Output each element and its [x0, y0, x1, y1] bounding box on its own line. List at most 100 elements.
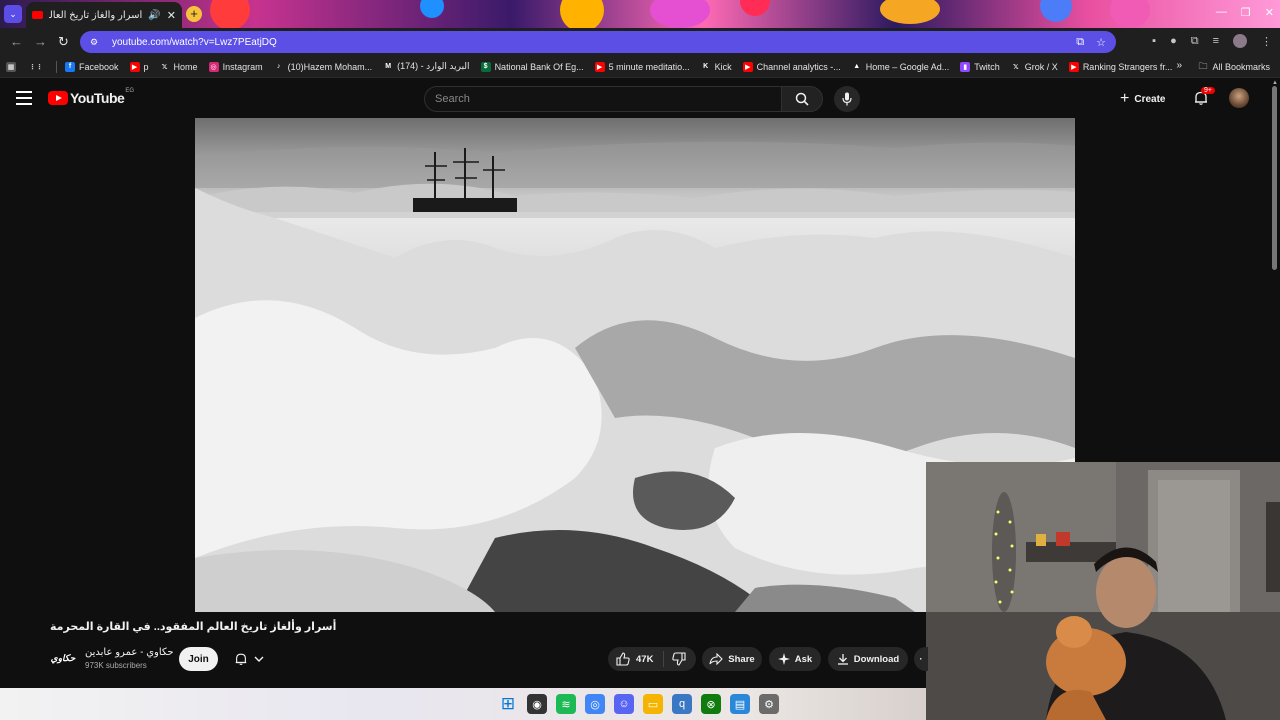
sparkle-icon	[777, 653, 790, 665]
file-explorer-icon[interactable]: ▭	[643, 694, 663, 714]
more-actions-button[interactable]: ·	[914, 647, 928, 671]
bookmark-star-icon[interactable]: ☆	[1096, 36, 1106, 49]
search-button[interactable]	[781, 86, 823, 112]
youtube-icon: ▶	[1068, 61, 1079, 72]
xbox-icon[interactable]: ⊗	[701, 694, 721, 714]
site-info-icon[interactable]: ⚙	[90, 37, 104, 48]
profile-avatar-icon[interactable]	[1233, 34, 1247, 48]
like-button[interactable]: 47K	[608, 651, 665, 667]
search-icon	[795, 92, 809, 106]
bookmark-item[interactable]: ▶ Ranking Strangers fr...	[1068, 61, 1172, 72]
window-controls: — ❐ ✕	[1216, 6, 1274, 19]
microphone-icon	[842, 92, 852, 106]
minimize-button[interactable]: —	[1216, 6, 1227, 19]
twitch-icon: ▮	[960, 61, 971, 72]
bookmark-label: 5 minute meditatio...	[608, 61, 690, 72]
url-text[interactable]: youtube.com/watch?v=Lwz7PEatjDQ	[112, 37, 1076, 48]
menu-hamburger-icon[interactable]	[16, 91, 32, 105]
bookmark-item[interactable]: M البريد الوارد - (174)	[383, 61, 470, 72]
dislike-button[interactable]	[664, 652, 694, 666]
extensions-puzzle-icon[interactable]: ⧉	[1191, 35, 1199, 48]
windows-start-icon[interactable]: ⊞	[498, 694, 518, 714]
app-icon[interactable]: ◉	[527, 694, 547, 714]
settings-icon[interactable]: ⚙	[759, 694, 779, 714]
share-button[interactable]: Share	[702, 647, 762, 671]
tab-youtube-video[interactable]: أسرار وألغاز تاريخ العالم (60) 🔊 ✕	[26, 2, 182, 28]
download-button[interactable]: Download	[828, 647, 908, 671]
bookmark-label: National Bank Of Eg...	[494, 61, 584, 72]
browser-menu-icon[interactable]: ⋮	[1261, 35, 1272, 48]
facebook-icon: f	[65, 61, 75, 72]
bookmark-label: (10)Hazem Moham...	[287, 61, 373, 72]
bell-icon	[235, 653, 247, 665]
bookmark-item[interactable]: ♪ (10)Hazem Moham...	[273, 61, 373, 72]
bookmark-item[interactable]: f Facebook	[65, 61, 119, 72]
account-avatar[interactable]	[1229, 88, 1249, 108]
forward-arrow-icon[interactable]: →	[34, 34, 47, 49]
spotify-icon[interactable]: ≋	[556, 694, 576, 714]
bookmark-item[interactable]: ▶ Channel analytics -...	[742, 61, 841, 72]
bookmark-label: p	[143, 61, 149, 72]
youtube-favicon-icon	[32, 11, 43, 19]
join-button[interactable]: Join	[179, 647, 218, 671]
youtube-logo[interactable]: YouTube EG	[48, 88, 134, 106]
apps-icon[interactable]: ⋮⋮	[29, 62, 45, 72]
bookmark-label: البريد الوارد - (174)	[397, 61, 470, 71]
thumbs-down-icon	[672, 652, 686, 666]
bookmark-item[interactable]: 𝕏 Home	[159, 61, 198, 72]
search-input[interactable]: Search	[424, 86, 782, 112]
qbittorrent-icon[interactable]: q	[672, 694, 692, 714]
channel-name[interactable]: حكاوي - عمرو عابدين	[85, 647, 174, 658]
close-window-button[interactable]: ✕	[1265, 6, 1274, 19]
back-arrow-icon[interactable]: ←	[10, 34, 23, 49]
decor-blob	[1110, 0, 1150, 28]
discord-icon[interactable]: ☺	[614, 694, 634, 714]
bookmark-item[interactable]: ▶ p	[129, 61, 149, 72]
tab-search-button[interactable]: ⌄	[4, 5, 22, 23]
install-app-icon[interactable]: ⧉	[1076, 36, 1084, 49]
notifications-button[interactable]: 9+	[1193, 87, 1215, 111]
chevron-down-icon	[254, 656, 264, 662]
decor-blob	[650, 0, 710, 28]
channel-logo[interactable]: حكاوي	[50, 648, 76, 668]
bookmark-label: Home – Google Ad...	[865, 61, 950, 72]
new-tab-button[interactable]: +	[186, 6, 202, 22]
subscription-bell-button[interactable]	[226, 647, 272, 671]
create-button[interactable]: + Create	[1120, 90, 1165, 108]
chrome-icon[interactable]: ◎	[585, 694, 605, 714]
youtube-play-logo-icon	[48, 91, 68, 105]
ask-button[interactable]: Ask	[769, 647, 821, 671]
gmail-icon: M	[383, 61, 394, 72]
decor-blob	[210, 0, 250, 28]
apps-grid-icon[interactable]: ▦	[6, 61, 20, 72]
reading-list-icon[interactable]: ≡	[1213, 35, 1219, 47]
tiktok-icon: ♪	[273, 61, 284, 72]
decor-blob	[560, 0, 604, 28]
like-dislike-group: 47K	[608, 647, 696, 671]
reload-icon[interactable]: ↻	[58, 34, 69, 50]
tab-close-icon[interactable]: ✕	[167, 9, 176, 22]
bookmark-item[interactable]: 𝕏 Grok / X	[1010, 61, 1058, 72]
youtube-icon: ▶	[594, 61, 605, 72]
bookmark-label: Facebook	[79, 61, 119, 72]
voice-search-button[interactable]	[834, 86, 860, 112]
address-bar[interactable]: ⚙ youtube.com/watch?v=Lwz7PEatjDQ ⧉ ☆	[80, 31, 1116, 53]
extension-circle-icon[interactable]: ●	[1170, 35, 1177, 47]
extension-icon[interactable]: ▪	[1152, 35, 1156, 47]
bookmark-item[interactable]: $ National Bank Of Eg...	[480, 61, 584, 72]
bookmark-item[interactable]: K Kick	[700, 61, 732, 72]
all-bookmarks-label: All Bookmarks	[1212, 62, 1270, 72]
maximize-button[interactable]: ❐	[1241, 6, 1251, 19]
bookmark-item[interactable]: ▮ Twitch	[960, 61, 1000, 72]
all-bookmarks-folder[interactable]: 🗀 All Bookmarks	[1198, 56, 1270, 78]
page-scrollbar[interactable]	[1272, 86, 1277, 270]
bookmark-item[interactable]: ▲ Home – Google Ad...	[851, 61, 950, 72]
speaker-icon[interactable]: 🔊	[148, 10, 160, 21]
bookmark-item[interactable]: ◎ Instagram	[208, 61, 263, 72]
x-icon: 𝕏	[1010, 61, 1021, 72]
bookmark-item[interactable]: ▶ 5 minute meditatio...	[594, 61, 690, 72]
notepad-icon[interactable]: ▤	[730, 694, 750, 714]
like-count: 47K	[636, 653, 654, 665]
thumbs-up-icon	[616, 652, 630, 666]
more-bookmarks-chevron-icon[interactable]: »	[1176, 60, 1182, 71]
